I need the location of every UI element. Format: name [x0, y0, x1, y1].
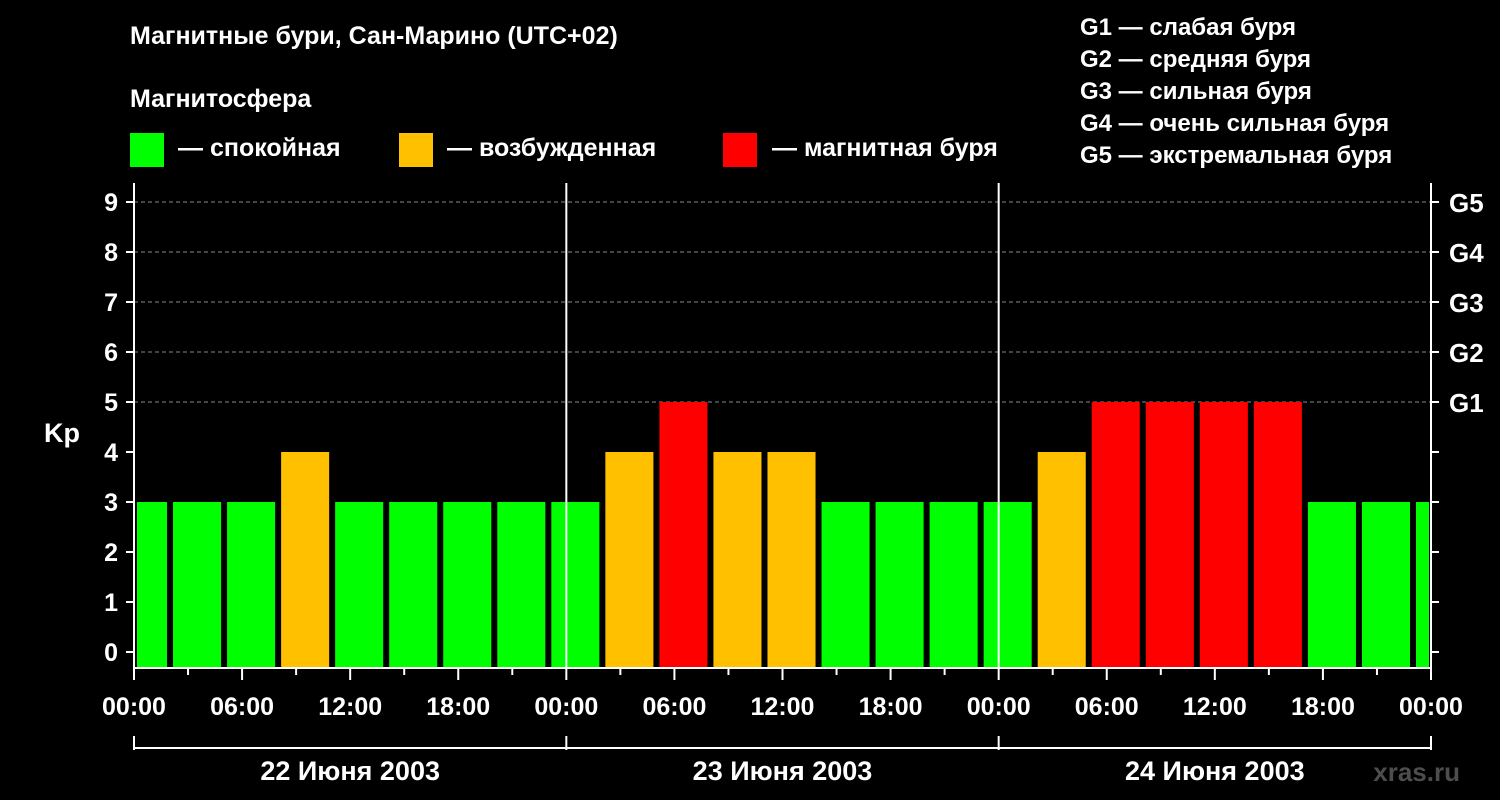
bar-8: [551, 502, 600, 668]
bar-0: [137, 502, 168, 668]
right-tick-label-G3: G3: [1449, 288, 1484, 318]
right-tick-label-G1: G1: [1449, 388, 1484, 418]
y-tick-label-8: 8: [104, 239, 118, 267]
bar-7: [497, 502, 546, 668]
day-label-0: 22 Июня 2003: [260, 756, 440, 786]
day-label-1: 23 Июня 2003: [693, 756, 873, 786]
y-tick-label-3: 3: [104, 489, 118, 517]
bar-12: [767, 452, 816, 668]
y-tick-label-2: 2: [104, 539, 118, 567]
bar-22: [1307, 502, 1356, 668]
watermark: xras.ru: [1373, 757, 1460, 787]
bar-2: [227, 502, 276, 668]
right-tick-label-G5: G5: [1449, 188, 1484, 218]
y-tick-label-6: 6: [104, 339, 118, 367]
day-label-2: 24 Июня 2003: [1125, 756, 1305, 786]
bar-17: [1037, 452, 1086, 668]
x-tick-label-1: 06:00: [210, 693, 274, 721]
x-tick-label-5: 06:00: [642, 693, 706, 721]
x-tick-label-6: 12:00: [751, 693, 815, 721]
y-tick-label-4: 4: [104, 439, 118, 467]
y-tick-label-7: 7: [104, 289, 118, 317]
bar-5: [389, 502, 438, 668]
x-tick-label-3: 18:00: [426, 693, 490, 721]
y-tick-label-0: 0: [104, 639, 118, 667]
right-tick-label-G2: G2: [1449, 338, 1484, 368]
bar-18: [1091, 402, 1140, 668]
x-tick-label-0: 00:00: [102, 693, 166, 721]
bar-4: [335, 502, 384, 668]
bar-3: [281, 452, 330, 668]
bar-14: [875, 502, 924, 668]
x-tick-label-2: 12:00: [318, 693, 382, 721]
x-tick-label-12: 00:00: [1399, 693, 1463, 721]
y-axis-label: Kp: [44, 418, 80, 448]
x-tick-label-4: 00:00: [534, 693, 598, 721]
x-tick-label-10: 12:00: [1183, 693, 1247, 721]
bar-16: [983, 502, 1032, 668]
bar-10: [659, 402, 708, 668]
y-tick-label-5: 5: [104, 389, 118, 417]
bar-11: [713, 452, 762, 668]
bar-13: [821, 502, 870, 668]
x-tick-label-11: 18:00: [1291, 693, 1355, 721]
bar-24: [1415, 502, 1429, 668]
bar-15: [929, 502, 978, 668]
bar-6: [443, 502, 492, 668]
bar-20: [1199, 402, 1248, 668]
x-tick-label-7: 18:00: [859, 693, 923, 721]
bar-19: [1145, 402, 1194, 668]
bar-23: [1361, 502, 1410, 668]
right-tick-label-G4: G4: [1449, 238, 1484, 268]
bar-1: [173, 502, 222, 668]
x-tick-label-8: 00:00: [967, 693, 1031, 721]
y-tick-label-1: 1: [104, 589, 118, 617]
x-tick-label-9: 06:00: [1075, 693, 1139, 721]
kp-bar-chart: 0 1 2 3 4 5 6 7 8 9 G1 G2 G3 G4 G5 Kp 00:00 06:00 12:00 18:…: [44, 183, 1484, 786]
bar-9: [605, 452, 654, 668]
bar-21: [1253, 402, 1302, 668]
y-tick-label-9: 9: [104, 189, 118, 217]
